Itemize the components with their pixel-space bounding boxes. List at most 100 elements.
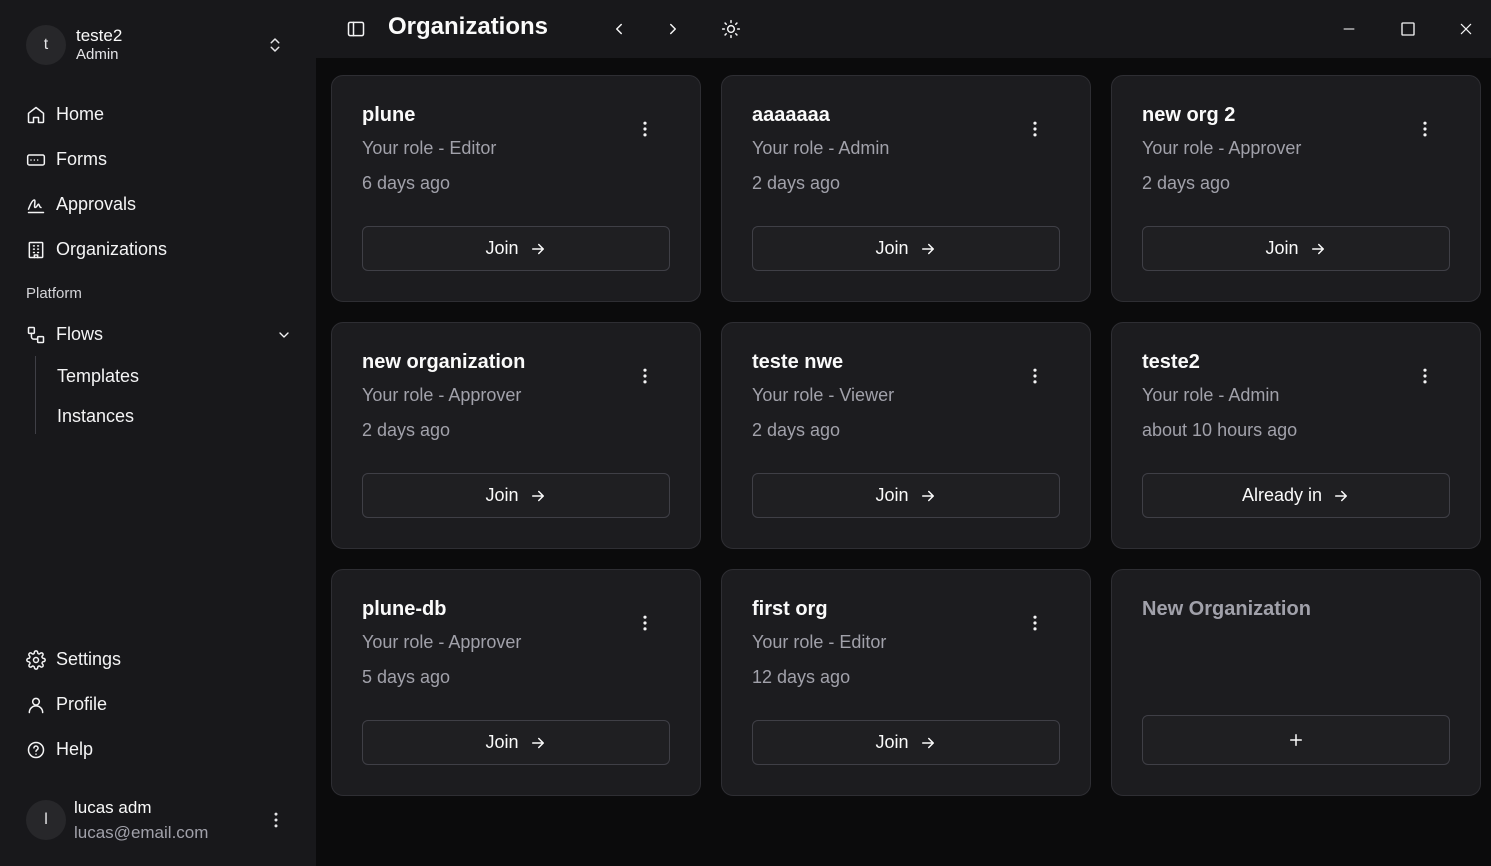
sidebar-item-settings[interactable]: Settings	[16, 637, 300, 682]
sidebar-item-flows[interactable]: Flows	[16, 312, 300, 357]
chevron-left-icon	[616, 23, 622, 35]
org-switcher-role: Admin	[76, 46, 119, 64]
org-role: Your role - Editor	[362, 138, 497, 158]
org-created-time: about 10 hours ago	[1142, 420, 1298, 440]
org-role: Your role - Viewer	[752, 385, 895, 405]
maximize-button[interactable]	[1395, 16, 1421, 42]
join-button[interactable]: Join	[362, 226, 670, 271]
org-card: aaaaaaa Your role - Admin 2 days ago Joi…	[721, 75, 1091, 302]
more-vertical-icon[interactable]	[1415, 119, 1435, 139]
org-switcher-name: teste2	[76, 26, 123, 45]
org-created-time: 2 days ago	[752, 420, 841, 440]
join-button[interactable]: Join	[752, 473, 1060, 518]
help-icon	[27, 741, 45, 758]
home-icon	[27, 106, 45, 123]
more-vertical-icon[interactable]	[1415, 366, 1435, 386]
org-card: plune Your role - Editor 6 days ago Join	[331, 75, 701, 302]
sidebar-item-label: Organizations	[56, 239, 168, 259]
org-role: Your role - Approver	[362, 632, 522, 652]
join-button-label: Join	[485, 238, 519, 258]
new-organization-card: New Organization	[1111, 569, 1481, 796]
create-organization-button[interactable]	[1142, 715, 1450, 765]
building-icon	[28, 241, 44, 258]
more-vertical-icon[interactable]	[1025, 613, 1045, 633]
org-switcher[interactable]: t teste2 Admin	[26, 24, 292, 66]
more-vertical-icon[interactable]	[635, 366, 655, 386]
organizations-grid: plune Your role - Editor 6 days ago Join…	[316, 58, 1491, 866]
join-button[interactable]: Join	[362, 473, 670, 518]
sidebar-bottom-nav: Settings Profile Help	[16, 637, 300, 772]
sidebar-item-label: Home	[56, 104, 105, 124]
arrow-right-icon	[1335, 490, 1348, 501]
join-button-label: Join	[485, 485, 519, 505]
user-menu[interactable]: l lucas adm lucas@email.com	[26, 793, 292, 847]
forward-button[interactable]	[660, 16, 686, 42]
sidebar-item-forms[interactable]: Forms	[16, 137, 300, 182]
theme-toggle-button[interactable]	[718, 16, 744, 42]
sidebar-item-home[interactable]: Home	[16, 92, 300, 137]
user-email: lucas@email.com	[74, 823, 209, 842]
maximize-icon	[1401, 22, 1415, 36]
arrow-right-icon	[531, 243, 544, 254]
already-in-button[interactable]: Already in	[1142, 473, 1450, 518]
user-icon	[28, 697, 44, 713]
chevrons-up-down-icon	[270, 38, 280, 52]
org-created-time: 12 days ago	[752, 667, 851, 687]
sidebar-item-label: Forms	[56, 149, 107, 169]
sidebar: t teste2 Admin Home Forms Approvals Orga…	[0, 0, 316, 866]
join-button[interactable]: Join	[752, 720, 1060, 765]
sidebar-nav: Home Forms Approvals Organizations	[16, 92, 300, 272]
plus-icon	[1290, 734, 1302, 746]
arrow-right-icon	[921, 737, 934, 748]
org-name: first org	[752, 598, 828, 620]
more-vertical-icon[interactable]	[266, 810, 286, 830]
org-created-time: 2 days ago	[1142, 173, 1231, 193]
sidebar-item-organizations[interactable]: Organizations	[16, 227, 300, 272]
join-button-label: Join	[485, 732, 519, 752]
org-created-time: 5 days ago	[362, 667, 451, 687]
form-icon	[26, 153, 46, 166]
more-vertical-icon[interactable]	[635, 613, 655, 633]
chevron-down-icon	[279, 331, 289, 338]
back-button[interactable]	[606, 16, 632, 42]
more-vertical-icon[interactable]	[635, 119, 655, 139]
more-vertical-icon[interactable]	[1025, 119, 1045, 139]
user-name: lucas adm	[74, 797, 152, 817]
sidebar-item-label: Help	[56, 739, 94, 759]
sidebar-item-profile[interactable]: Profile	[16, 682, 300, 727]
org-name: teste nwe	[752, 351, 844, 373]
signature-icon	[27, 198, 45, 213]
minimize-icon	[1343, 28, 1355, 30]
sun-icon	[721, 19, 741, 39]
org-name: new org 2	[1142, 104, 1236, 126]
sidebar-item-approvals[interactable]: Approvals	[16, 182, 300, 227]
sidebar-item-label: Approvals	[56, 194, 137, 214]
toggle-sidebar-button[interactable]	[343, 16, 369, 42]
flows-icon	[27, 326, 45, 343]
minimize-button[interactable]	[1336, 16, 1362, 42]
page-title: Organizations	[388, 13, 549, 40]
org-role: Your role - Editor	[752, 632, 887, 652]
join-button[interactable]: Join	[1142, 226, 1450, 271]
join-button-label: Join	[1265, 238, 1299, 258]
arrow-right-icon	[531, 737, 544, 748]
join-button[interactable]: Join	[362, 720, 670, 765]
org-name: plune	[362, 104, 416, 126]
section-label-platform: Platform	[26, 285, 82, 302]
more-vertical-icon[interactable]	[1025, 366, 1045, 386]
flows-subnav: Templates Instances	[35, 356, 139, 434]
org-role: Your role - Admin	[1142, 385, 1280, 405]
sidebar-item-label: Profile	[56, 694, 108, 714]
sidebar-item-instances[interactable]: Instances	[36, 396, 139, 436]
sidebar-item-help[interactable]: Help	[16, 727, 300, 772]
flows-group: Flows	[16, 312, 300, 357]
org-name: teste2	[1142, 351, 1200, 373]
org-card: plune-db Your role - Approver 5 days ago…	[331, 569, 701, 796]
join-button-label: Join	[875, 485, 909, 505]
user-avatar: l	[26, 800, 66, 840]
org-card: new organization Your role - Approver 2 …	[331, 322, 701, 549]
close-button[interactable]	[1453, 16, 1479, 42]
join-button[interactable]: Join	[752, 226, 1060, 271]
sidebar-item-templates[interactable]: Templates	[36, 356, 139, 396]
org-created-time: 2 days ago	[752, 173, 841, 193]
